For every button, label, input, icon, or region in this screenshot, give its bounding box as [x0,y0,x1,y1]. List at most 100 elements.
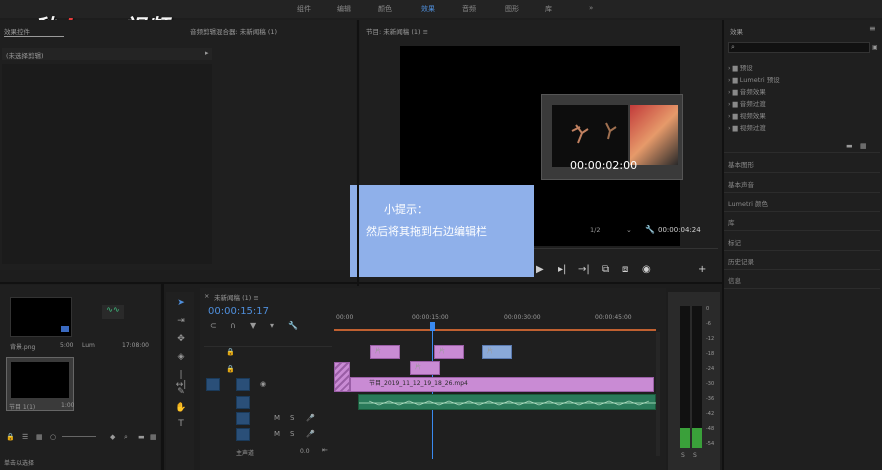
media-thumb-3[interactable]: 节目 1(1) 1:00 [6,357,74,411]
tab-effect-controls[interactable]: 效果控件 [4,26,30,36]
panel-menu-icon[interactable]: ≡ [869,24,876,33]
lock-track-icon[interactable]: 🔒 [226,365,235,373]
panel-separator[interactable] [722,20,724,470]
audio-end-icon[interactable]: ⇤ [322,446,328,454]
clip-v3[interactable]: 片 [410,361,440,375]
zoom-out-icon[interactable]: ○ [50,433,56,441]
workspace-tab-effects[interactable]: 效果 [421,4,435,14]
ripple-edit-icon[interactable]: ✥ [175,334,187,346]
panel-separator[interactable] [161,284,164,470]
overwrite-icon[interactable]: ⧈ [622,264,628,275]
effects-folder-video-effects[interactable]: › ▆ 视频效果 [728,110,766,120]
a2-target[interactable] [236,412,250,425]
slip-icon[interactable]: |↔| [175,370,187,390]
mic-icon[interactable]: 🎤 [306,414,315,422]
section-markers[interactable]: 标记 [728,237,741,247]
solo-left-button[interactable]: S [681,452,685,459]
section-libraries[interactable]: 库 [728,217,735,227]
zoom-slider[interactable] [62,436,96,437]
effects-folder-lumetri[interactable]: › ▆ Lumetri 预设 [728,74,780,84]
pen-icon[interactable]: ✎ [175,387,187,399]
tab-audio-clip-mixer[interactable]: 音频剪辑混合器: 未新闻稿 (1) [190,26,277,36]
workspace-tab-audio[interactable]: 音频 [462,4,476,14]
timeline-vscroll[interactable] [656,332,660,456]
delete-icon[interactable]: ▦ [860,142,867,150]
selection-tool-icon[interactable]: ➤ [175,298,187,310]
icon-view-icon[interactable]: ▦ [36,433,43,441]
automate-icon[interactable]: ◆ [110,433,115,441]
section-lumetri-color[interactable]: Lumetri 颜色 [728,198,768,208]
quality-select[interactable]: 1/2 [590,226,600,234]
settings-wrench-icon[interactable]: 🔧 [288,321,298,330]
clip-v4-blue[interactable]: 片 [482,345,512,359]
export-frame-icon[interactable]: ◉ [642,264,651,275]
solo-icon[interactable]: S [290,430,294,438]
timeline-timecode[interactable]: 00:00:15:17 [208,306,269,317]
quality-arrow-icon[interactable]: ⌄ [626,226,632,234]
a1-target[interactable] [236,396,250,409]
wrench-icon[interactable]: 🔧 [645,225,655,234]
panel-separator[interactable] [357,20,359,286]
folder-icon[interactable]: ▬ [846,142,853,150]
main-video-clip[interactable]: 节目_2019_11_12_19_18_26.mp4 [350,377,654,392]
solo-icon[interactable]: S [290,414,294,422]
timeline-title[interactable]: 未新闻稿 (1) ≡ [214,292,259,302]
step-forward-icon[interactable]: ▸| [558,264,566,275]
section-info[interactable]: 信息 [728,275,741,285]
work-area-bar[interactable] [334,329,656,331]
new-bin-icon[interactable]: ▣ [872,44,878,51]
effects-folder-audio-effects[interactable]: › ▆ 音频效果 [728,86,766,96]
effects-search-input[interactable]: ⌕ [728,42,870,53]
program-title[interactable]: 节目: 未新闻稿 (1) ≡ [366,26,428,36]
track-select-icon[interactable]: ⇥ [175,316,187,328]
linked-icon[interactable]: ∩ [230,321,236,330]
lock-icon[interactable]: 🔒 [6,433,15,441]
section-essential-graphics[interactable]: 基本图形 [728,159,754,169]
lock-track-icon[interactable]: 🔒 [226,348,235,356]
panel-separator[interactable] [0,282,722,284]
audio-wave-icon[interactable]: ∿∿ [102,305,124,319]
mute-icon[interactable]: M [274,414,280,422]
section-history[interactable]: 历史记录 [728,256,754,266]
hand-icon[interactable]: ✋ [175,403,187,415]
list-view-icon[interactable]: ☰ [22,433,28,441]
snap-icon[interactable]: ⊂ [210,321,217,330]
type-icon[interactable]: T [175,419,187,431]
delete-item-icon[interactable]: ▦ [150,433,157,441]
add-button-icon[interactable]: + [698,264,706,275]
find-icon[interactable]: ⌕ [124,433,128,442]
mic-icon[interactable]: 🎤 [306,430,315,438]
mute-icon[interactable]: M [274,430,280,438]
v1-source-patch[interactable] [206,378,220,391]
workspace-tab-editing[interactable]: 编辑 [337,4,351,14]
workspace-tab-graphics[interactable]: 图形 [505,4,519,14]
main-audio-clip[interactable] [358,394,657,410]
media-thumb-1[interactable] [10,297,72,337]
expand-arrow-icon[interactable]: ▸ [205,49,209,57]
clip-v4[interactable]: 片 [370,345,400,359]
workspace-tab-libraries[interactable]: 库 [545,4,552,14]
a3-target[interactable] [236,428,250,441]
section-essential-sound[interactable]: 基本声音 [728,179,754,189]
play-icon[interactable]: ▶ [536,264,544,275]
workspace-tab-assembly[interactable]: 组件 [297,4,311,14]
eye-icon[interactable]: ◉ [260,380,266,388]
effects-folder-audio-transitions[interactable]: › ▆ 音频过渡 [728,98,766,108]
workspace-more-icon[interactable]: » [589,4,593,12]
clip-v4[interactable]: 片 [434,345,464,359]
master-value[interactable]: 0.0 [300,448,310,455]
effects-folder-video-transitions[interactable]: › ▆ 视频过渡 [728,122,766,132]
workspace-tab-color[interactable]: 颜色 [378,4,392,14]
effects-folder-presets[interactable]: › ▆ 预设 [728,62,753,72]
new-item-icon[interactable]: ▬ [138,433,145,441]
clip-v2-stripe[interactable] [334,362,350,392]
razor-icon[interactable]: ◈ [175,352,187,364]
playhead-handle[interactable] [430,322,435,331]
v1-target[interactable] [236,378,250,391]
go-to-out-icon[interactable]: →| [578,264,590,275]
marker-add-icon[interactable]: ▼ [250,321,256,330]
marker-icon[interactable]: ▾ [270,321,274,330]
insert-icon[interactable]: ⧉ [602,264,609,275]
solo-right-button[interactable]: S [693,452,697,459]
timeline-close-icon[interactable]: × [204,292,209,300]
